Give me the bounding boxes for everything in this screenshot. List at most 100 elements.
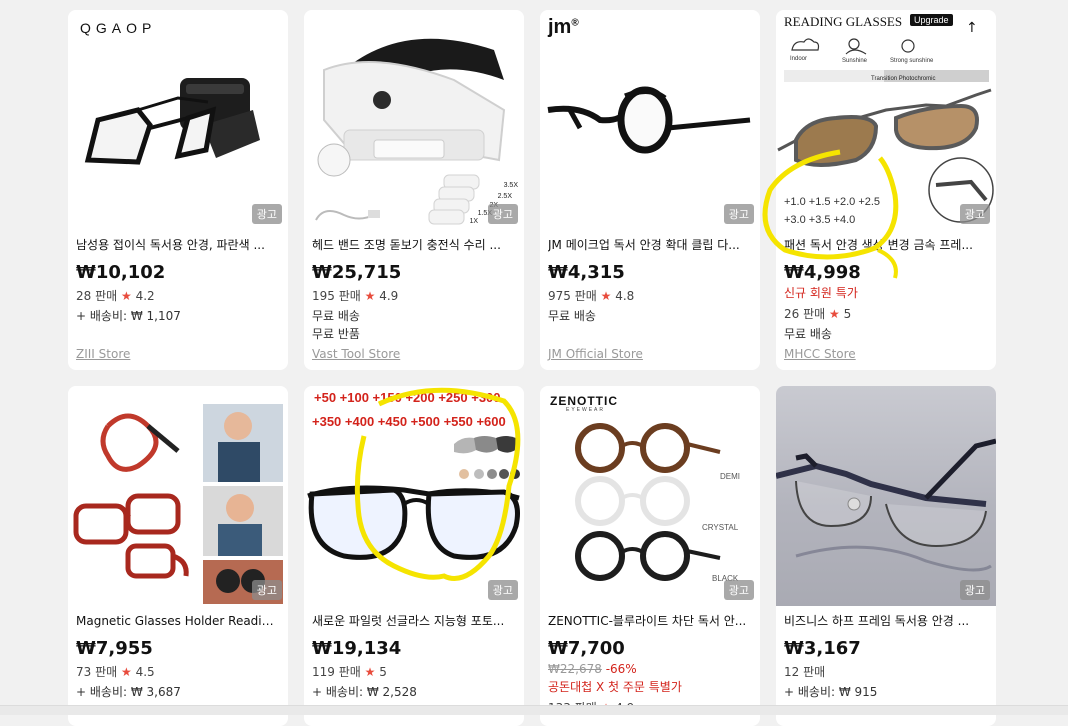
highlight-mark [354, 387, 521, 581]
store-link[interactable]: ZIII Store [76, 347, 130, 361]
sales-rating: 73 판매 ★ 4.5 [76, 663, 280, 681]
star-icon: ★ [364, 665, 376, 679]
product-card[interactable]: +50 +100 +150 +200 +250 +300 +350 +400 +… [304, 386, 524, 726]
product-image[interactable]: 3.5X 2.5X 2X 1.5X 1X 광고 [304, 10, 524, 230]
brand-logo: jm® [548, 16, 579, 39]
product-image[interactable]: 광고 [776, 386, 996, 606]
sales-count: 12 판매 [784, 665, 826, 679]
headband-magnifier-illustration [315, 38, 506, 225]
ad-badge: 광고 [251, 580, 282, 600]
original-price: ₩22,678 [548, 662, 602, 676]
free-shipping: 무료 배송 [784, 327, 832, 341]
lens-label: 3.5X [503, 182, 518, 189]
star-icon: ★ [600, 289, 612, 303]
product-grid: QGAOP 광고 남성용 접이식 독서용 안경, 파란색 ... ₩10,102… [0, 0, 1068, 726]
svg-text:↑: ↑ [966, 20, 978, 36]
sales-rating: 26 판매 ★ 5 [784, 305, 988, 323]
ad-badge: 광고 [487, 580, 518, 600]
product-title[interactable]: 남성용 접이식 독서용 안경, 파란색 ... [76, 236, 280, 254]
free-shipping: 무료 배송 [312, 309, 360, 323]
brand-name: jm [548, 16, 572, 38]
product-price: ₩7,955 [76, 638, 153, 659]
shipping-fee: + 배송비: ₩ 1,107 [76, 309, 181, 323]
product-image[interactable]: +50 +100 +150 +200 +250 +300 +350 +400 +… [304, 386, 524, 606]
product-title[interactable]: 새로운 파일럿 선글라스 지능형 포토... [312, 612, 516, 630]
product-card[interactable]: jm® 광고 JM 메이크업 독서 안경 확대 클립 다... ₩4,315 9… [540, 10, 760, 370]
ad-badge: 광고 [487, 204, 518, 224]
product-image[interactable]: ZENOTTIC EYEWEAR DEMI CRYSTAL BLACK 광고 [540, 386, 760, 606]
product-card[interactable]: 광고 Magnetic Glasses Holder Reading ... ₩… [68, 386, 288, 726]
product-card[interactable]: 3.5X 2.5X 2X 1.5X 1X 광고 헤드 밴드 조명 돋보기 충전식… [304, 10, 524, 370]
clip-glasses-illustration [547, 86, 751, 154]
sales-rating: 195 판매 ★ 4.9 [312, 287, 516, 305]
lens-label: 1X [469, 218, 478, 225]
magnetic-glasses-illustration [73, 404, 283, 604]
sold-count: 195 판매 [312, 289, 361, 303]
product-price: ₩4,315 [548, 262, 625, 283]
store-link[interactable]: Vast Tool Store [312, 347, 400, 361]
rating-value: 4.9 [379, 289, 399, 303]
rating-value: 5 [379, 665, 387, 679]
product-title[interactable]: Magnetic Glasses Holder Reading ... [76, 612, 280, 630]
product-image[interactable]: QGAOP 광고 [68, 10, 288, 230]
horizontal-scrollbar[interactable] [0, 705, 1068, 715]
ad-badge: 광고 [251, 204, 282, 224]
half-frame-glasses-illustration [776, 438, 996, 572]
sales-rating: 975 판매 ★ 4.8 [548, 287, 752, 305]
weather-label: Strong sunshine [890, 58, 934, 64]
rating-value: 4.5 [135, 665, 155, 679]
star-icon: ★ [829, 307, 840, 321]
folding-glasses-illustration [84, 78, 260, 165]
product-card[interactable]: QGAOP 광고 남성용 접이식 독서용 안경, 파란색 ... ₩10,102… [68, 10, 288, 370]
product-title[interactable]: JM 메이크업 독서 안경 확대 클립 다... [548, 236, 752, 254]
product-price: ₩10,102 [76, 262, 166, 283]
sold-count: 119 판매 [312, 665, 361, 679]
product-title[interactable]: 비즈니스 하프 프레임 독서용 안경 ... [784, 612, 988, 630]
product-card[interactable]: ZENOTTIC EYEWEAR DEMI CRYSTAL BLACK 광고 Z… [540, 386, 760, 726]
upgrade-badge: Upgrade [910, 14, 953, 26]
brand-subtitle: EYEWEAR [566, 407, 606, 413]
variant-label: CRYSTAL [702, 523, 739, 532]
product-price: ₩25,715 [312, 262, 402, 283]
weather-label: Indoor [790, 56, 808, 62]
shipping-fee: + 배송비: ₩ 3,687 [76, 685, 181, 699]
shipping-fee: + 배송비: ₩ 915 [784, 685, 878, 699]
sold-count: 28 판매 [76, 289, 118, 303]
product-card[interactable]: 광고 비즈니스 하프 프레임 독서용 안경 ... ₩3,167 12 판매 +… [776, 386, 996, 726]
product-price: ₩19,134 [312, 638, 402, 659]
store-link[interactable]: MHCC Store [784, 347, 856, 361]
transition-label: Transition Photochromic [871, 76, 936, 82]
price-discount: ₩22,678 -66% [548, 660, 752, 678]
rating-value: 4.2 [135, 289, 155, 303]
sales-rating: 28 판매 ★ 4.2 [76, 287, 280, 305]
weather-label: Sunshine [842, 58, 868, 64]
brand-logo: ZENOTTIC [550, 394, 618, 408]
product-title[interactable]: 헤드 밴드 조명 돋보기 충전식 수리 ... [312, 236, 516, 254]
rating-value: 4.8 [615, 289, 635, 303]
star-icon: ★ [121, 665, 132, 679]
promo-heading: READING GLASSES [784, 14, 903, 29]
free-shipping: 무료 배송 [548, 309, 596, 323]
product-title[interactable]: ZENOTTIC-블루라이트 차단 독서 안... [548, 612, 752, 630]
promo-text: 신규 회원 특가 [784, 286, 858, 300]
round-glasses-illustration [575, 423, 721, 581]
registered-mark: ® [571, 17, 579, 29]
store-link[interactable]: JM Official Store [548, 347, 643, 361]
highlight-mark [762, 149, 899, 279]
ad-badge: 광고 [959, 580, 990, 600]
sold-count: 26 판매 [784, 307, 826, 321]
sales-rating: 119 판매 ★ 5 [312, 663, 516, 681]
discount-percent: -66% [605, 662, 637, 676]
star-icon: ★ [121, 289, 132, 303]
product-price: ₩7,700 [548, 638, 625, 659]
sold-count: 73 판매 [76, 665, 118, 679]
product-image[interactable]: 광고 [68, 386, 288, 606]
shipping-fee: + 배송비: ₩ 2,528 [312, 685, 417, 699]
free-returns: 무료 반품 [312, 327, 360, 341]
promo-text: 공돈대첩 X 첫 주문 특별가 [548, 680, 682, 694]
brand-logo: QGAOP [80, 20, 157, 36]
sold-count: 975 판매 [548, 289, 597, 303]
ad-badge: 광고 [723, 580, 754, 600]
product-image[interactable]: jm® 광고 [540, 10, 760, 230]
rating-value: 5 [843, 307, 852, 321]
